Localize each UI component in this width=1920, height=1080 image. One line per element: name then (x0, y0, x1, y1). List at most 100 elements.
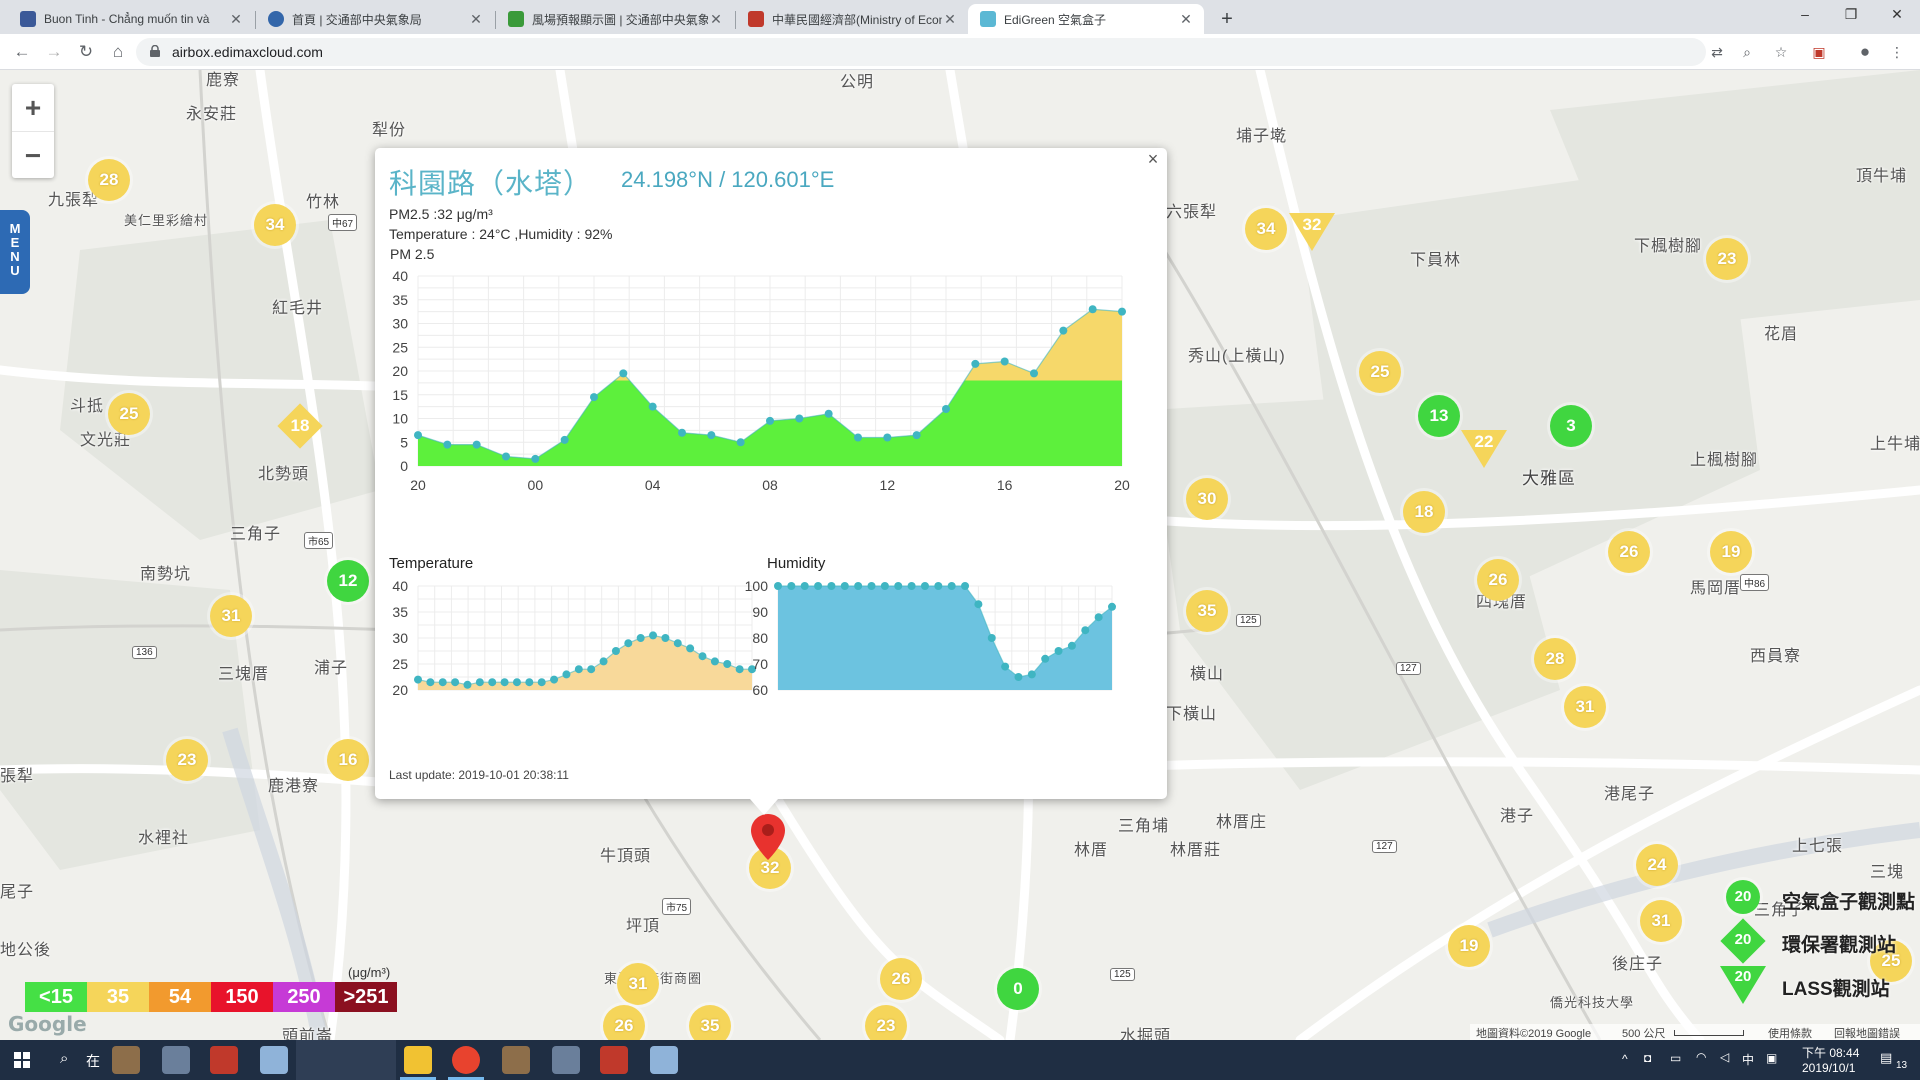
app-icon-red[interactable] (210, 1046, 238, 1074)
station-marker[interactable]: 35 (1186, 590, 1228, 632)
minimize-button[interactable]: – (1782, 0, 1828, 30)
address-bar-row: ← → ↻ ⌂ airbox.edimaxcloud.com ⇄ ⌕ ☆ ▣ ●… (0, 34, 1920, 70)
station-marker[interactable]: 28 (88, 159, 130, 201)
station-marker[interactable]: 23 (1706, 238, 1748, 280)
zoom-icon[interactable]: ⌕ (1738, 43, 1756, 61)
pm25-x-tick-label: 12 (880, 477, 896, 493)
pm25-y-tick-label: 0 (400, 458, 408, 474)
tab-edigreen[interactable]: EdiGreen 空氣盒子 ✕ (968, 4, 1204, 34)
station-marker[interactable]: 31 (210, 595, 252, 637)
station-marker[interactable]: 31 (1640, 900, 1682, 942)
station-marker[interactable]: 26 (1477, 559, 1519, 601)
reload-icon[interactable]: ↻ (74, 40, 98, 64)
restore-button[interactable]: ❐ (1828, 0, 1874, 30)
tray-volume-icon[interactable]: ◁ (1720, 1050, 1729, 1064)
tray-chevron-icon[interactable]: ^ (1622, 1052, 1628, 1066)
station-marker[interactable]: 28 (1534, 638, 1576, 680)
clock-date[interactable]: 2019/10/1 (1802, 1061, 1855, 1075)
marker-value: 22 (1474, 432, 1494, 451)
tab-facebook[interactable]: Buon Tinh - Chẳng muốn tin và ✕ (8, 4, 254, 34)
profile-icon[interactable]: ● (1856, 43, 1874, 61)
new-tab-button[interactable]: + (1214, 6, 1240, 32)
temperature-chart-title: Temperature (389, 555, 474, 572)
back-icon[interactable]: ← (10, 40, 34, 64)
file-explorer-icon[interactable] (404, 1046, 432, 1074)
station-marker[interactable]: 23 (865, 1005, 907, 1040)
station-marker[interactable]: 31 (1564, 686, 1606, 728)
lass-station-marker[interactable]: 22 (1461, 430, 1507, 470)
place-label: 犁份 (372, 122, 407, 139)
station-marker[interactable]: 13 (1418, 395, 1460, 437)
close-tab-icon[interactable]: ✕ (1178, 11, 1194, 28)
app-icon-squirrel[interactable] (502, 1046, 530, 1074)
tab-cwb-home[interactable]: 首頁 | 交通部中央氣象局 ✕ (256, 4, 494, 34)
popup-close-button[interactable]: × (1144, 148, 1162, 170)
forward-icon[interactable]: → (42, 40, 66, 64)
notification-icon[interactable]: ▤ (1880, 1050, 1892, 1066)
selected-location-pin-icon[interactable] (751, 814, 785, 860)
home-icon[interactable]: ⌂ (106, 40, 130, 64)
station-marker[interactable]: 0 (997, 968, 1039, 1010)
station-marker[interactable]: 3 (1550, 405, 1592, 447)
google-logo[interactable]: Google (8, 1012, 87, 1036)
station-marker[interactable]: 16 (327, 739, 369, 781)
station-marker[interactable]: 12 (327, 560, 369, 602)
close-window-button[interactable]: ✕ (1874, 0, 1920, 30)
tab-wind-forecast[interactable]: 風場預報顯示圖 | 交通部中央氣象 ✕ (496, 4, 734, 34)
app-icon-red[interactable] (600, 1046, 628, 1074)
station-marker[interactable]: 23 (166, 739, 208, 781)
zoom-out-button[interactable]: − (12, 131, 54, 178)
clock-time[interactable]: 下午 08:44 (1802, 1044, 1859, 1061)
station-marker[interactable]: 34 (254, 204, 296, 246)
station-marker[interactable]: 35 (689, 1005, 731, 1040)
humidity-data-point (800, 582, 809, 590)
station-marker[interactable]: 26 (1608, 531, 1650, 573)
station-marker[interactable]: 30 (1186, 478, 1228, 520)
zoom-in-button[interactable]: + (12, 84, 54, 131)
close-tab-icon[interactable]: ✕ (708, 11, 724, 28)
road-shield: 中67 (328, 214, 358, 231)
pm25-y-tick-label: 10 (392, 411, 408, 427)
tab-moea[interactable]: 中華民國經濟部(Ministry of Econ ✕ (736, 4, 968, 34)
tray-battery-icon[interactable]: ▭ (1670, 1051, 1681, 1065)
station-marker[interactable]: 19 (1448, 925, 1490, 967)
chrome-icon[interactable] (452, 1046, 480, 1074)
search-icon[interactable]: ⌕ (60, 1050, 68, 1067)
legend-cell: 150 (211, 982, 273, 1012)
station-marker[interactable]: 26 (880, 958, 922, 1000)
tray-shield-icon[interactable]: ◘ (1644, 1051, 1651, 1065)
windows-start-icon[interactable] (14, 1052, 30, 1068)
terms-link[interactable]: 使用條款 (1768, 1025, 1812, 1040)
translate-icon[interactable]: ⇄ (1708, 43, 1726, 61)
app-icon-mouse[interactable] (552, 1046, 580, 1074)
station-marker[interactable]: 25 (108, 393, 150, 435)
close-tab-icon[interactable]: ✕ (942, 11, 958, 28)
lass-station-marker[interactable]: 32 (1289, 213, 1335, 253)
station-marker[interactable]: 24 (1636, 844, 1678, 886)
url-field[interactable]: airbox.edimaxcloud.com (136, 38, 1706, 66)
station-marker[interactable]: 26 (603, 1005, 645, 1040)
close-tab-icon[interactable]: ✕ (468, 11, 484, 28)
extension-icon[interactable]: ▣ (1810, 43, 1828, 61)
app-icon-notepad[interactable] (260, 1046, 288, 1074)
bookmark-star-icon[interactable]: ☆ (1772, 43, 1790, 61)
station-marker[interactable]: 25 (1359, 351, 1401, 393)
ime-indicator[interactable]: 中 (1742, 1051, 1754, 1068)
station-marker[interactable]: 18 (1403, 491, 1445, 533)
app-icon-mouse[interactable] (162, 1046, 190, 1074)
place-label: 上楓樹腳 (1690, 452, 1759, 469)
station-marker[interactable]: 34 (1245, 208, 1287, 250)
app-icon-squirrel[interactable] (112, 1046, 140, 1074)
close-tab-icon[interactable]: ✕ (228, 11, 244, 28)
station-marker[interactable]: 31 (617, 963, 659, 1005)
report-error-link[interactable]: 回報地圖錯誤 (1834, 1025, 1900, 1040)
chrome-menu-icon[interactable]: ⋮ (1888, 43, 1906, 61)
epa-station-marker[interactable]: 18 (277, 403, 323, 449)
menu-button[interactable]: MENU (0, 210, 30, 294)
app-icon-notepad[interactable] (650, 1046, 678, 1074)
map-canvas[interactable]: 鹿寮 公明 永安莊 犁份 埔子墘 九張犁 竹林 美仁里彩繪村 六張犁 頂牛埔 下… (0, 70, 1920, 1040)
station-marker[interactable]: 19 (1710, 531, 1752, 573)
tray-wifi-icon[interactable]: ◠ (1696, 1050, 1706, 1064)
tray-keyboard-icon[interactable]: ▣ (1766, 1051, 1777, 1065)
map-icon (508, 11, 524, 27)
